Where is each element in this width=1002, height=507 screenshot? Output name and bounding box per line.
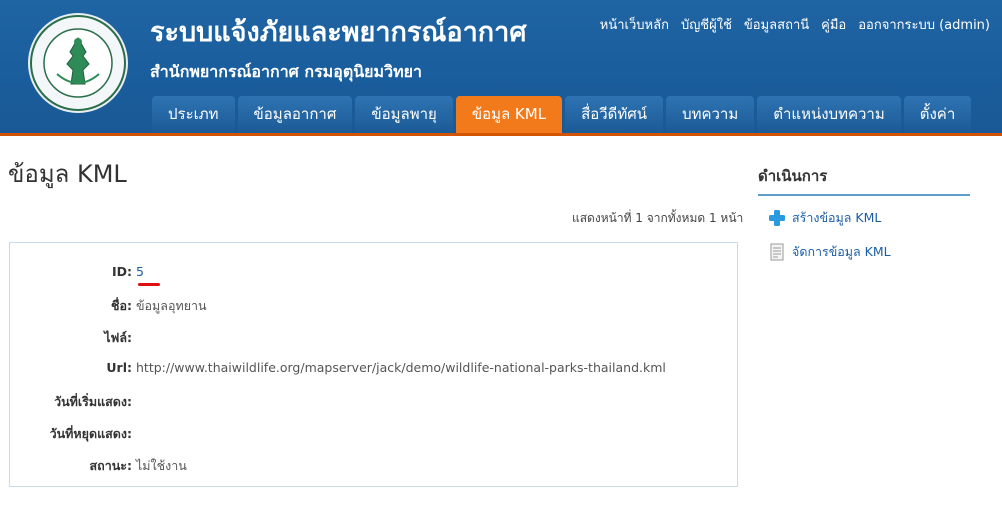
detail-value: ข้อมูลอุทยาน — [136, 298, 207, 313]
detail-row-end-date: วันที่หยุดแสดง: — [10, 424, 739, 442]
top-navigation: หน้าเว็บหลัก บัญชีผู้ใช้ ข้อมูลสถานี คู่… — [600, 14, 990, 35]
sidebar-title: ดำเนินการ — [758, 164, 970, 196]
detail-label: ชื่อ: — [111, 298, 132, 313]
main-tabs: ประเภท ข้อมูลอากาศ ข้อมูลพายุ ข้อมูล KML… — [152, 96, 974, 133]
detail-view: ID: 5 ชื่อ: ข้อมูลอุทยาน ไฟล์: Url: http… — [9, 242, 738, 487]
red-underline-marker — [138, 283, 160, 286]
header: ระบบแจ้งภัยและพยากรณ์อากาศ สำนักพยากรณ์อ… — [0, 0, 1002, 136]
create-kml-label: สร้างข้อมูล KML — [792, 210, 882, 225]
detail-row-id: ID: 5 — [10, 264, 739, 282]
detail-label: สถานะ: — [89, 458, 132, 473]
topnav-manual-link[interactable]: คู่มือ — [821, 14, 846, 35]
site-title: ระบบแจ้งภัยและพยากรณ์อากาศ — [150, 17, 527, 48]
detail-row-name: ชื่อ: ข้อมูลอุทยาน — [10, 296, 739, 314]
page-title: ข้อมูล KML — [8, 160, 127, 188]
plus-icon — [769, 210, 785, 226]
topnav-home-link[interactable]: หน้าเว็บหลัก — [600, 14, 669, 35]
detail-row-start-date: วันที่เริ่มแสดง: — [10, 392, 739, 410]
site-subtitle: สำนักพยากรณ์อากาศ กรมอุตุนิยมวิทยา — [150, 62, 422, 81]
tab-weather-data[interactable]: ข้อมูลอากาศ — [237, 96, 353, 133]
tab-category[interactable]: ประเภท — [152, 96, 235, 133]
detail-label: ไฟล์: — [104, 330, 132, 345]
topnav-station-link[interactable]: ข้อมูลสถานี — [744, 14, 809, 35]
tab-settings[interactable]: ตั้งค่า — [903, 96, 972, 133]
detail-row-file: ไฟล์: — [10, 328, 739, 346]
tab-video[interactable]: สื่อวีดีทัศน์ — [565, 96, 664, 133]
tab-article-positions[interactable]: ตำแหน่งบทความ — [757, 96, 901, 133]
detail-row-status: สถานะ: ไม่ใช้งาน — [10, 456, 739, 474]
meteorological-department-logo[interactable] — [27, 12, 129, 114]
detail-label: วันที่เริ่มแสดง: — [54, 394, 132, 409]
tab-articles[interactable]: บทความ — [666, 96, 755, 133]
detail-row-url: Url: http://www.thaiwildlife.org/mapserv… — [10, 360, 739, 378]
tab-kml-data[interactable]: ข้อมูล KML — [455, 96, 563, 133]
create-kml-link[interactable]: สร้างข้อมูล KML — [758, 208, 970, 228]
topnav-account-link[interactable]: บัญชีผู้ใช้ — [681, 14, 732, 35]
detail-value: ไม่ใช้งาน — [136, 458, 187, 473]
manage-kml-link[interactable]: จัดการข้อมูล KML — [758, 242, 970, 262]
document-icon — [770, 243, 784, 261]
detail-label: Url: — [106, 360, 132, 375]
detail-label: ID: — [111, 264, 132, 279]
topnav-logout-link[interactable]: ออกจากระบบ (admin) — [858, 14, 990, 35]
detail-value: http://www.thaiwildlife.org/mapserver/ja… — [136, 360, 666, 375]
pager-summary: แสดงหน้าที่ 1 จากทั้งหมด 1 หน้า — [572, 211, 744, 225]
operations-sidebar: ดำเนินการ สร้างข้อมูล KML จัดการข้อมูล K… — [758, 164, 970, 262]
id-value-link[interactable]: 5 — [136, 264, 144, 279]
manage-kml-label: จัดการข้อมูล KML — [792, 244, 891, 259]
tab-storm-data[interactable]: ข้อมูลพายุ — [355, 96, 453, 133]
detail-label: วันที่หยุดแสดง: — [49, 426, 132, 441]
